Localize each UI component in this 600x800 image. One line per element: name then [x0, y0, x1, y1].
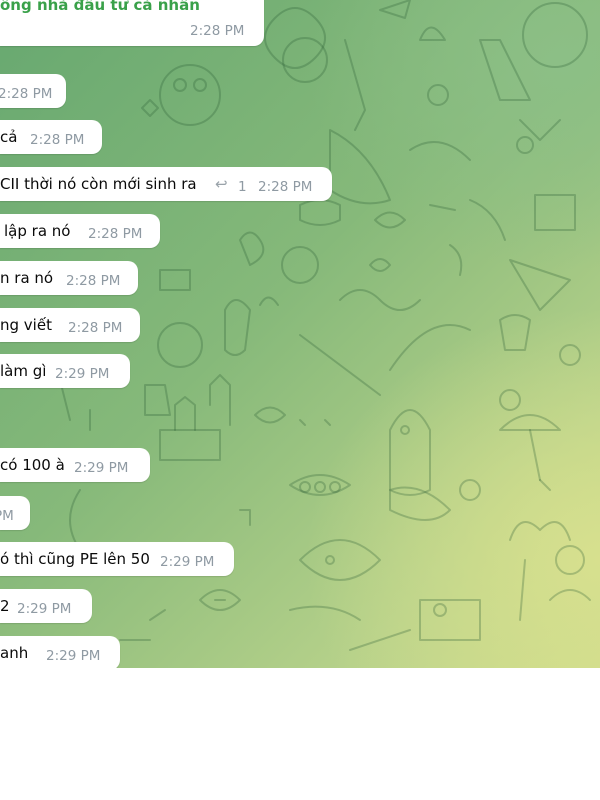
reply-count[interactable]: 1: [238, 170, 247, 204]
message-text: có 100 à: [0, 456, 65, 474]
message-text: CII thời nó còn mới sinh ra: [0, 175, 197, 193]
message-text: 2: [0, 597, 10, 615]
message-bubble[interactable]: có 100 à 2:29 PM: [0, 448, 150, 482]
message-bubble[interactable]: ó thì cũng PE lên 50 2:29 PM: [0, 542, 234, 576]
message-time: 2:29 PM: [55, 366, 110, 382]
message-time: 2:28 PM: [190, 23, 245, 39]
message-bubble[interactable]: làm gì 2:29 PM: [0, 354, 130, 388]
message-time: 2:29 PM: [160, 554, 215, 570]
message-time: 2:28 PM: [258, 179, 313, 195]
message-text: n ra nó: [0, 269, 54, 287]
message-sender-text: ông nhà đầu tư cá nhân: [0, 0, 200, 14]
message-bubble[interactable]: CII thời nó còn mới sinh ra ↩ 1 2:28 PM: [0, 167, 332, 201]
message-bubble[interactable]: 2 2:29 PM: [0, 589, 92, 623]
message-time: 2:28 PM: [88, 226, 143, 242]
message-time: 2:29 PM: [74, 460, 129, 476]
message-time: PM: [0, 508, 14, 524]
message-text: làm gì: [0, 362, 47, 380]
message-time: 2:28 PM: [0, 86, 53, 102]
message-time: 2:28 PM: [30, 132, 85, 148]
message-time: 2:29 PM: [17, 601, 72, 617]
message-time: 2:29 PM: [46, 648, 101, 664]
message-bubble[interactable]: lập ra nó 2:28 PM: [0, 214, 160, 248]
message-bubble[interactable]: 2:28 PM: [0, 74, 66, 108]
chat-background: ông nhà đầu tư cá nhân 2:28 PM 2:28 PM c…: [0, 0, 600, 668]
message-text: ó thì cũng PE lên 50: [0, 550, 150, 568]
message-time: 2:28 PM: [66, 273, 121, 289]
message-bubble[interactable]: n ra nó 2:28 PM: [0, 261, 138, 295]
message-bubble[interactable]: cả 2:28 PM: [0, 120, 102, 154]
message-text: lập ra nó: [4, 222, 71, 240]
message-time: 2:28 PM: [68, 320, 123, 336]
message-bubble[interactable]: anh 2:29 PM: [0, 636, 120, 668]
message-bubble[interactable]: ông nhà đầu tư cá nhân 2:28 PM: [0, 0, 264, 46]
message-bubble[interactable]: ng viết 2:28 PM: [0, 308, 140, 342]
message-bubble[interactable]: PM: [0, 496, 30, 530]
reply-arrow-icon[interactable]: ↩: [215, 167, 228, 201]
message-text: anh: [0, 644, 29, 662]
message-text: ng viết: [0, 316, 52, 334]
message-text: cả: [0, 128, 18, 146]
